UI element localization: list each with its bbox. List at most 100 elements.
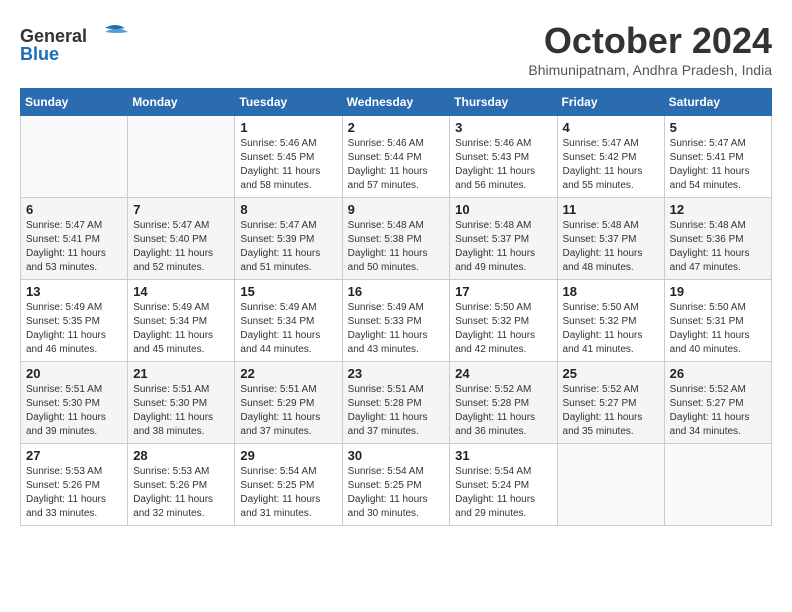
day-info: Sunrise: 5:54 AMSunset: 5:24 PMDaylight:… xyxy=(455,465,551,521)
calendar-day-cell: 21 Sunrise: 5:51 AMSunset: 5:30 PMDayligh… xyxy=(128,362,235,444)
calendar-table: SundayMondayTuesdayWednesdayThursdayFrid… xyxy=(20,88,772,526)
calendar-day-cell: 27Sunrise: 5:53 AMSunset: 5:26 PMDayligh… xyxy=(21,444,128,526)
weekday-header: Friday xyxy=(557,89,664,116)
svg-text:Blue: Blue xyxy=(20,44,59,64)
day-number: 3 xyxy=(455,120,551,135)
weekday-header: Monday xyxy=(128,89,235,116)
day-number: 6 xyxy=(26,202,122,217)
day-info: Sunrise: 5:50 AMSunset: 5:32 PMDaylight:… xyxy=(563,301,659,357)
calendar-day-cell: 8 Sunrise: 5:47 AMSunset: 5:39 PMDaylight… xyxy=(235,198,342,280)
calendar-day-cell: 23 Sunrise: 5:51 AMSunset: 5:28 PMDayligh… xyxy=(342,362,450,444)
calendar-day-cell: 7Sunrise: 5:47 AMSunset: 5:40 PMDaylight… xyxy=(128,198,235,280)
day-number: 5 xyxy=(670,120,766,135)
day-number: 23 xyxy=(348,366,445,381)
calendar-day-cell: 22 Sunrise: 5:51 AMSunset: 5:29 PMDayligh… xyxy=(235,362,342,444)
logo: General Blue xyxy=(20,20,130,70)
day-info: Sunrise: 5:49 AMSunset: 5:34 PMDaylight:… xyxy=(133,301,229,357)
calendar-day-cell: 12 Sunrise: 5:48 AMSunset: 5:36 PMDayligh… xyxy=(664,198,771,280)
day-number: 30 xyxy=(348,448,445,463)
day-number: 26 xyxy=(670,366,766,381)
calendar-day-cell: 26 Sunrise: 5:52 AMSunset: 5:27 PMDayligh… xyxy=(664,362,771,444)
calendar-day-cell: 29 Sunrise: 5:54 AMSunset: 5:25 PMDayligh… xyxy=(235,444,342,526)
day-number: 21 xyxy=(133,366,229,381)
day-number: 31 xyxy=(455,448,551,463)
day-info: Sunrise: 5:51 AMSunset: 5:29 PMDaylight:… xyxy=(240,383,336,439)
day-info: Sunrise: 5:46 AMSunset: 5:45 PMDaylight:… xyxy=(240,137,336,193)
day-number: 10 xyxy=(455,202,551,217)
calendar-week-row: 1 Sunrise: 5:46 AMSunset: 5:45 PMDaylight… xyxy=(21,116,772,198)
day-number: 18 xyxy=(563,284,659,299)
day-number: 28 xyxy=(133,448,229,463)
weekday-header: Tuesday xyxy=(235,89,342,116)
title-section: October 2024 Bhimunipatnam, Andhra Prade… xyxy=(528,20,772,78)
calendar-week-row: 6Sunrise: 5:47 AMSunset: 5:41 PMDaylight… xyxy=(21,198,772,280)
calendar-day-cell: 18 Sunrise: 5:50 AMSunset: 5:32 PMDayligh… xyxy=(557,280,664,362)
day-info: Sunrise: 5:52 AMSunset: 5:27 PMDaylight:… xyxy=(670,383,766,439)
calendar-day-cell: 6Sunrise: 5:47 AMSunset: 5:41 PMDaylight… xyxy=(21,198,128,280)
day-info: Sunrise: 5:51 AMSunset: 5:28 PMDaylight:… xyxy=(348,383,445,439)
day-info: Sunrise: 5:52 AMSunset: 5:27 PMDaylight:… xyxy=(563,383,659,439)
calendar-week-row: 27Sunrise: 5:53 AMSunset: 5:26 PMDayligh… xyxy=(21,444,772,526)
calendar-day-cell xyxy=(664,444,771,526)
day-info: Sunrise: 5:54 AMSunset: 5:25 PMDaylight:… xyxy=(348,465,445,521)
calendar-day-cell: 1 Sunrise: 5:46 AMSunset: 5:45 PMDaylight… xyxy=(235,116,342,198)
day-info: Sunrise: 5:53 AMSunset: 5:26 PMDaylight:… xyxy=(26,465,122,521)
day-info: Sunrise: 5:50 AMSunset: 5:32 PMDaylight:… xyxy=(455,301,551,357)
calendar-day-cell: 20 Sunrise: 5:51 AMSunset: 5:30 PMDayligh… xyxy=(21,362,128,444)
calendar-day-cell xyxy=(21,116,128,198)
calendar-day-cell: 24 Sunrise: 5:52 AMSunset: 5:28 PMDayligh… xyxy=(450,362,557,444)
day-number: 25 xyxy=(563,366,659,381)
day-number: 11 xyxy=(563,202,659,217)
day-number: 7 xyxy=(133,202,229,217)
svg-text:General: General xyxy=(20,26,87,46)
calendar-day-cell: 4 Sunrise: 5:47 AMSunset: 5:42 PMDaylight… xyxy=(557,116,664,198)
day-info: Sunrise: 5:48 AMSunset: 5:37 PMDaylight:… xyxy=(455,219,551,275)
day-info: Sunrise: 5:50 AMSunset: 5:31 PMDaylight:… xyxy=(670,301,766,357)
logo-wordmark: General Blue xyxy=(20,20,130,70)
day-info: Sunrise: 5:48 AMSunset: 5:38 PMDaylight:… xyxy=(348,219,445,275)
day-info: Sunrise: 5:51 AMSunset: 5:30 PMDaylight:… xyxy=(26,383,122,439)
day-number: 15 xyxy=(240,284,336,299)
day-number: 22 xyxy=(240,366,336,381)
day-number: 24 xyxy=(455,366,551,381)
day-number: 17 xyxy=(455,284,551,299)
day-info: Sunrise: 5:47 AMSunset: 5:39 PMDaylight:… xyxy=(240,219,336,275)
calendar-day-cell: 3Sunrise: 5:46 AMSunset: 5:43 PMDaylight… xyxy=(450,116,557,198)
weekday-header: Saturday xyxy=(664,89,771,116)
day-info: Sunrise: 5:47 AMSunset: 5:42 PMDaylight:… xyxy=(563,137,659,193)
calendar-week-row: 13Sunrise: 5:49 AMSunset: 5:35 PMDayligh… xyxy=(21,280,772,362)
day-number: 2 xyxy=(348,120,445,135)
calendar-day-cell: 28Sunrise: 5:53 AMSunset: 5:26 PMDayligh… xyxy=(128,444,235,526)
calendar-day-cell: 2Sunrise: 5:46 AMSunset: 5:44 PMDaylight… xyxy=(342,116,450,198)
month-title: October 2024 xyxy=(528,20,772,62)
day-info: Sunrise: 5:49 AMSunset: 5:33 PMDaylight:… xyxy=(348,301,445,357)
day-number: 29 xyxy=(240,448,336,463)
day-number: 19 xyxy=(670,284,766,299)
calendar-day-cell: 9 Sunrise: 5:48 AMSunset: 5:38 PMDaylight… xyxy=(342,198,450,280)
day-info: Sunrise: 5:52 AMSunset: 5:28 PMDaylight:… xyxy=(455,383,551,439)
calendar-day-cell: 14 Sunrise: 5:49 AMSunset: 5:34 PMDayligh… xyxy=(128,280,235,362)
day-info: Sunrise: 5:48 AMSunset: 5:36 PMDaylight:… xyxy=(670,219,766,275)
day-info: Sunrise: 5:49 AMSunset: 5:35 PMDaylight:… xyxy=(26,301,122,357)
day-number: 1 xyxy=(240,120,336,135)
calendar-day-cell: 19 Sunrise: 5:50 AMSunset: 5:31 PMDayligh… xyxy=(664,280,771,362)
day-info: Sunrise: 5:47 AMSunset: 5:41 PMDaylight:… xyxy=(670,137,766,193)
day-info: Sunrise: 5:54 AMSunset: 5:25 PMDaylight:… xyxy=(240,465,336,521)
calendar-header-row: SundayMondayTuesdayWednesdayThursdayFrid… xyxy=(21,89,772,116)
day-info: Sunrise: 5:51 AMSunset: 5:30 PMDaylight:… xyxy=(133,383,229,439)
day-number: 8 xyxy=(240,202,336,217)
location: Bhimunipatnam, Andhra Pradesh, India xyxy=(528,62,772,78)
day-info: Sunrise: 5:49 AMSunset: 5:34 PMDaylight:… xyxy=(240,301,336,357)
day-number: 12 xyxy=(670,202,766,217)
weekday-header: Wednesday xyxy=(342,89,450,116)
calendar-day-cell: 15 Sunrise: 5:49 AMSunset: 5:34 PMDayligh… xyxy=(235,280,342,362)
day-number: 14 xyxy=(133,284,229,299)
calendar-day-cell: 10 Sunrise: 5:48 AMSunset: 5:37 PMDayligh… xyxy=(450,198,557,280)
day-number: 4 xyxy=(563,120,659,135)
calendar-week-row: 20 Sunrise: 5:51 AMSunset: 5:30 PMDayligh… xyxy=(21,362,772,444)
calendar-day-cell: 30 Sunrise: 5:54 AMSunset: 5:25 PMDayligh… xyxy=(342,444,450,526)
day-number: 20 xyxy=(26,366,122,381)
day-number: 9 xyxy=(348,202,445,217)
weekday-header: Sunday xyxy=(21,89,128,116)
calendar-day-cell: 31 Sunrise: 5:54 AMSunset: 5:24 PMDayligh… xyxy=(450,444,557,526)
